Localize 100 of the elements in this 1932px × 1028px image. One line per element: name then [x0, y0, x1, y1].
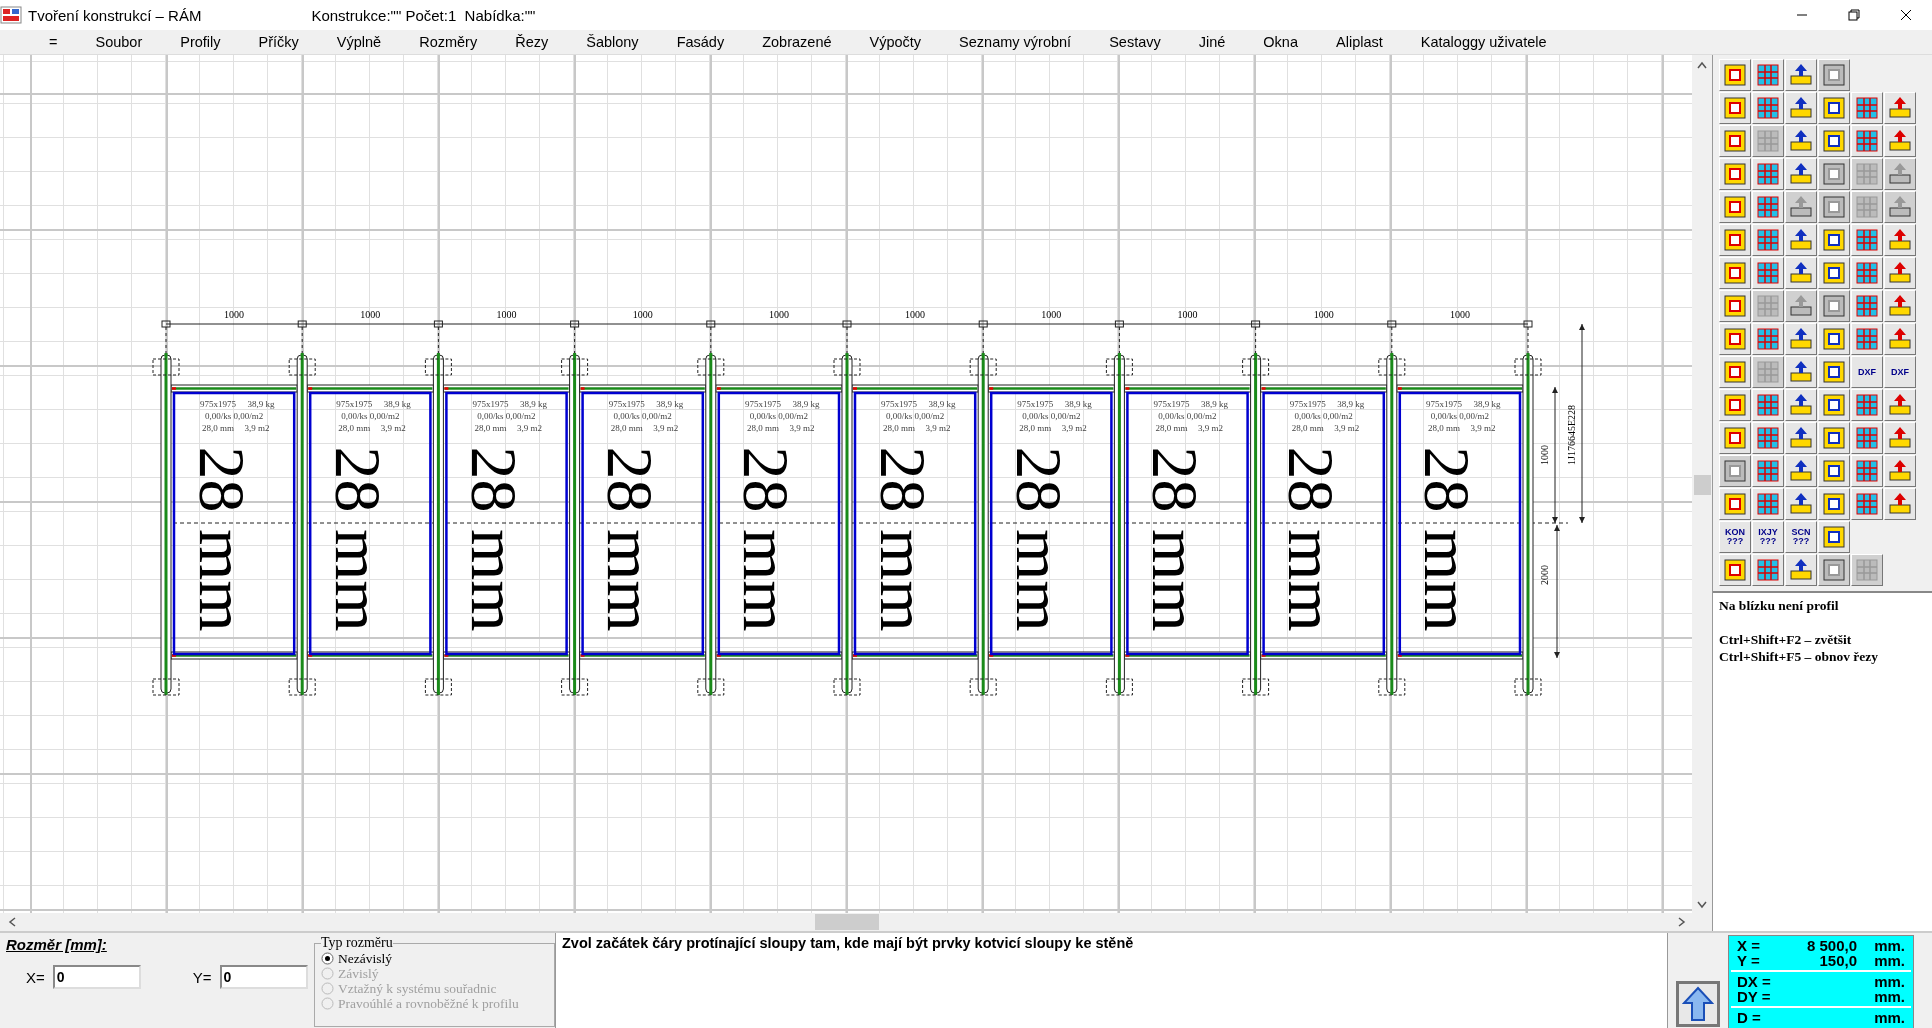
menu-item[interactable]: Jiné — [1179, 32, 1245, 52]
unit-label: mm. — [1873, 989, 1905, 1004]
panel-prices: 0,00/ks 0,00/m2 — [1430, 411, 1490, 421]
panel-weight: 38,9 kg — [1337, 399, 1365, 409]
menu-item[interactable]: Aliplast — [1317, 32, 1402, 52]
panel-weight: 38,9 kg — [928, 399, 956, 409]
status-message: Ctrl+Shift+F2 – zvětšit — [1719, 631, 1853, 648]
option-label: Vztažný k systému souřadnic — [338, 981, 497, 996]
panel-size: 975x1975 — [336, 399, 373, 409]
dimension-title: Rozměr [mm]: — [6, 936, 108, 953]
panel-thickness: 28,0 mm — [883, 423, 916, 433]
dimension-label: 1000 — [632, 309, 653, 320]
option-label: Závislý — [338, 966, 379, 981]
status-message: Ctrl+Shift+F5 – obnov řezy — [1719, 648, 1879, 665]
dimension-label: 1000 — [496, 309, 517, 320]
menu-item[interactable]: Okna — [1244, 32, 1317, 52]
fill-thickness-label: 28 mm — [458, 446, 531, 632]
coordinate-value: 150,0 — [1818, 953, 1857, 968]
fill-thickness-label: 28 mm — [1411, 446, 1485, 632]
tool-button[interactable]: DXF — [1851, 356, 1883, 388]
panel-size: 975x1975 — [608, 399, 645, 409]
x-input[interactable]: 0 — [52, 965, 141, 989]
panel-size: 975x1975 — [1425, 399, 1462, 409]
menu-item[interactable]: Sestavy — [1090, 32, 1180, 52]
option-label: Nezávislý — [338, 951, 392, 966]
dimension-label: 1000 — [1177, 309, 1198, 320]
x-label: X= — [26, 968, 45, 986]
unit-label: mm. — [1873, 1010, 1905, 1025]
menu-item[interactable]: Výplně — [317, 32, 401, 52]
panel-thickness: 28,0 mm — [746, 423, 779, 433]
profile-code: 1J176645E228 — [1566, 405, 1577, 465]
panel-thickness: 28,0 mm — [610, 423, 643, 433]
menu-item[interactable]: Fasády — [657, 32, 744, 52]
panel-prices: 0,00/ks 0,00/m2 — [341, 411, 400, 421]
menu-item[interactable]: Příčky — [239, 32, 318, 52]
status-message: Na blízku není profil — [1719, 597, 1840, 614]
y-label: Y= — [192, 968, 212, 986]
panel-prices: 0,00/ks 0,00/m2 — [1158, 411, 1217, 421]
panel-thickness: 28,0 mm — [1019, 423, 1052, 433]
coordinate-label: X = — [1737, 938, 1761, 953]
panel-size: 975x1975 — [1289, 399, 1326, 409]
fill-thickness-label: 28 mm — [866, 446, 940, 632]
tool-button[interactable]: IXJY ??? — [1752, 521, 1784, 553]
window-title: Tvoření konstrukcí – RÁM — [28, 6, 202, 24]
menu-item[interactable]: Kataloggy uživatele — [1401, 32, 1566, 52]
panel-weight: 38,9 kg — [792, 399, 820, 409]
fill-thickness-label: 28 mm — [185, 446, 259, 632]
panel-area: 3,9 m2 — [653, 423, 679, 433]
panel-thickness: 28,0 mm — [474, 423, 507, 433]
panel-area: 3,9 m2 — [1061, 423, 1087, 433]
panel-thickness: 28,0 mm — [1427, 423, 1460, 433]
panel-size: 975x1975 — [1017, 399, 1054, 409]
panel-prices: 0,00/ks 0,00/m2 — [477, 411, 536, 421]
panel-area: 3,9 m2 — [244, 423, 270, 433]
unit-label: mm. — [1873, 974, 1905, 989]
panel-area: 3,9 m2 — [925, 423, 951, 433]
panel-area: 3,9 m2 — [380, 423, 406, 433]
panel-weight: 38,9 kg — [383, 399, 411, 409]
fill-thickness-label: 28 mm — [321, 446, 395, 632]
panel-prices: 0,00/ks 0,00/m2 — [1022, 411, 1081, 421]
panel-size: 975x1975 — [744, 399, 781, 409]
menu-item[interactable]: Šablony — [567, 32, 658, 52]
dimension-label: 1000 — [360, 309, 381, 320]
coordinate-label: DX = — [1737, 974, 1772, 989]
panel-size: 975x1975 — [881, 399, 918, 409]
menu-item[interactable]: Soubor — [76, 32, 162, 52]
panel-prices: 0,00/ks 0,00/m2 — [204, 411, 264, 421]
panel-prices: 0,00/ks 0,00/m2 — [613, 411, 672, 421]
dimension-label: 1000 — [224, 309, 245, 320]
fill-thickness-label: 28 mm — [730, 446, 804, 632]
unit-label: mm. — [1873, 938, 1905, 953]
menu-item[interactable]: Profily — [161, 32, 240, 52]
tool-button[interactable]: KON ??? — [1719, 521, 1751, 553]
panel-thickness: 28,0 mm — [1291, 423, 1324, 433]
fill-thickness-label: 28 mm — [1139, 446, 1212, 632]
panel-size: 975x1975 — [200, 399, 237, 409]
panel-area: 3,9 m2 — [517, 423, 542, 433]
menu-item[interactable]: Rozměry — [400, 32, 497, 52]
panel-prices: 0,00/ks 0,00/m2 — [885, 411, 945, 421]
y-input[interactable]: 0 — [219, 965, 308, 989]
coordinate-label: DY = — [1737, 989, 1772, 1004]
panel-area: 3,9 m2 — [1470, 423, 1496, 433]
menu-item[interactable]: Zobrazené — [743, 32, 851, 52]
panel-area: 3,9 m2 — [1334, 423, 1360, 433]
coordinate-value: 8 500,0 — [1805, 938, 1857, 953]
tool-button[interactable]: SCN ??? — [1785, 521, 1817, 553]
panel-weight: 38,9 kg — [520, 399, 547, 409]
menu-item[interactable]: Řezy — [496, 32, 568, 52]
coordinate-label: Y = — [1737, 953, 1761, 968]
group-title: Typ rozměru — [321, 935, 393, 951]
dimension-label: 1000 — [1449, 309, 1470, 320]
panel-area: 3,9 m2 — [789, 423, 815, 433]
menu-item[interactable]: Seznamy výrobní — [940, 32, 1091, 52]
tool-button[interactable]: DXF — [1884, 356, 1916, 388]
panel-thickness: 28,0 mm — [338, 423, 371, 433]
panel-size: 975x1975 — [1153, 399, 1190, 409]
menu-item[interactable]: = — [30, 32, 77, 52]
menu-item[interactable]: Výpočty — [850, 32, 941, 52]
construction-info: Konstrukce:"" Počet:1 Nabídka:"" — [311, 6, 536, 24]
dimension-label: 1000 — [1041, 309, 1062, 320]
